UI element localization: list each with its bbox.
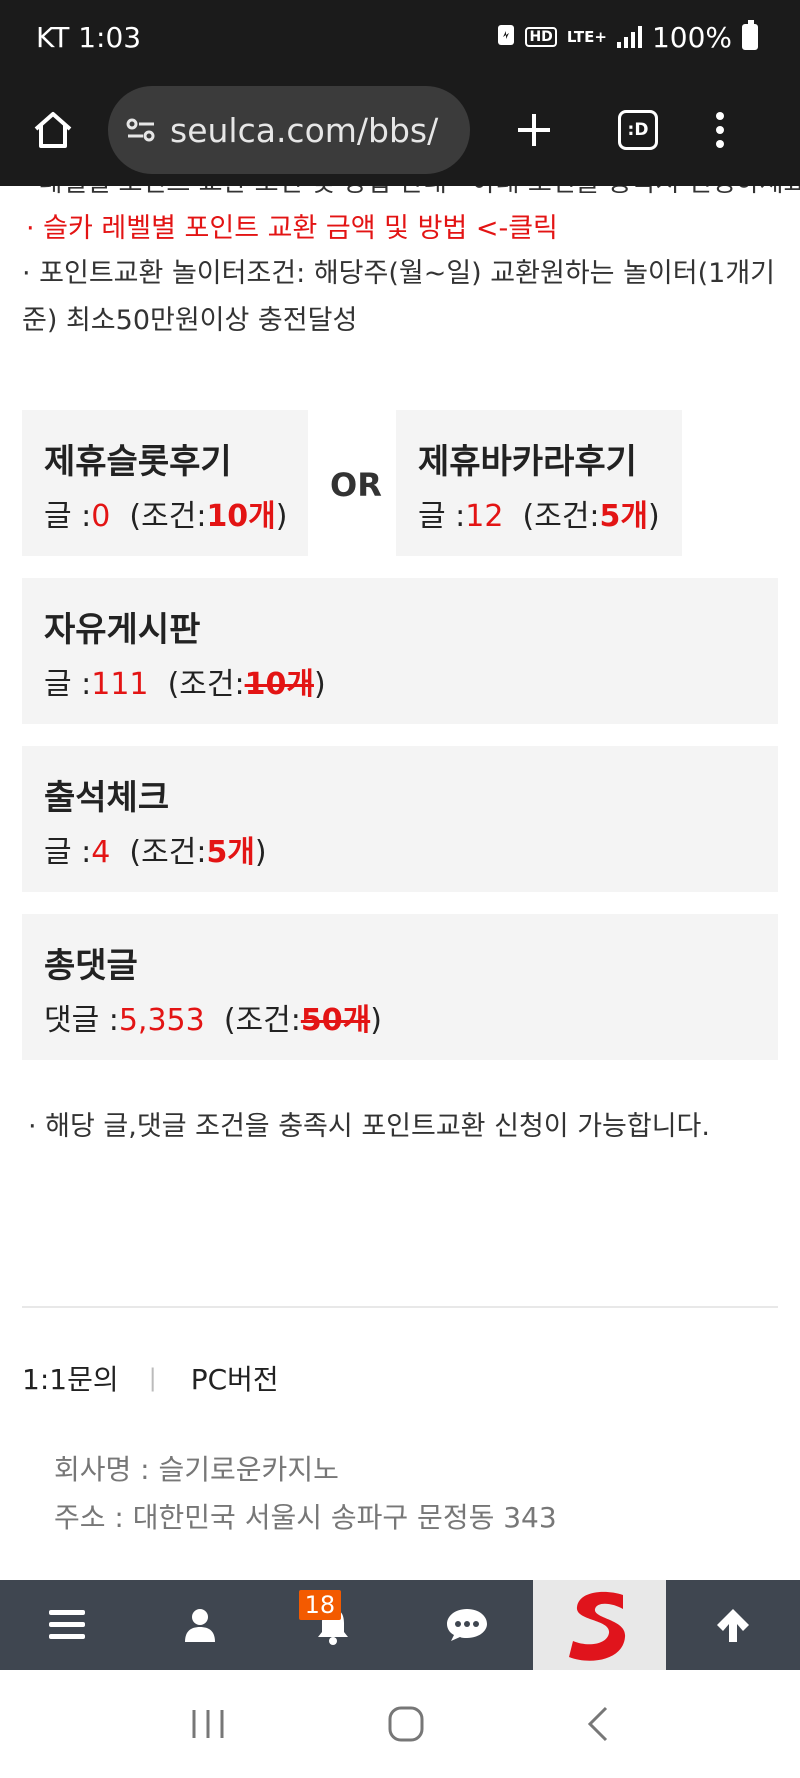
company-info: 회사명 : 슬기로운카지노 주소 : 대한민국 서울시 송파구 문정동 343 [54,1446,557,1542]
nav-notification-button[interactable]: 18 [267,1580,400,1670]
card-count-line: 글 :12 (조건:5개) [418,499,660,534]
chat-icon [446,1609,487,1641]
status-bar: KT 1:03 HD LTE+ 100% [0,0,800,74]
back-icon[interactable] [586,1705,610,1743]
battery-label: 100% [651,20,732,54]
footer-links: 1:1문의 | PC버전 [22,1358,279,1398]
post-count: 12 [465,499,504,534]
baccarat-review-card: 제휴바카라후기 글 :12 (조건:5개) [396,410,682,556]
link-separator: | [148,1364,157,1392]
comment-count: 5,353 [118,1003,205,1038]
url-text: seulca.com/bbs/ [170,110,439,150]
post-count: 111 [91,667,149,702]
card-title: 자유게시판 [44,610,201,650]
browser-toolbar: seulca.com/bbs/ :D [0,74,800,186]
footer-note: · 해당 글,댓글 조건을 충족시 포인트교환 신청이 가능합니다. [28,1111,710,1142]
page-content: · 레벨별 포인트 교환 조건 및 방법 안내 · 아래 조건을 충족시 신청하… [0,186,800,1580]
lte-icon: LTE+ [566,28,607,46]
home-button[interactable] [22,99,84,161]
condition-value: 10개 [244,667,314,702]
cut-off-notice: · 레벨별 포인트 교환 조건 및 방법 안내 · 아래 조건을 충족시 신청하… [22,186,800,199]
notification-badge: 18 [298,1590,342,1620]
nav-chat-button[interactable] [400,1580,533,1670]
address-bar[interactable]: seulca.com/bbs/ [108,86,470,174]
nav-menu-button[interactable] [0,1580,133,1670]
status-icons: HD LTE+ 100% [497,20,758,54]
home-circle-icon[interactable] [387,1705,425,1743]
card-count-line: 글 :4 (조건:5개) [44,835,267,870]
slot-review-card: 제휴슬롯후기 글 :0 (조건:10개) [22,410,308,556]
condition-value: 5개 [599,499,649,534]
inquiry-link[interactable]: 1:1문의 [22,1358,119,1398]
post-count: 4 [91,835,111,870]
post-count: 0 [91,499,111,534]
arrow-up-icon [717,1609,750,1642]
company-name: 회사명 : 슬기로운카지노 [54,1453,339,1486]
playground-condition: · 포인트교환 놀이터조건: 해당주(월~일) 교환원하는 놀이터(1개기준) … [22,258,775,336]
site-logo-icon [568,1591,625,1661]
attendance-card: 출석체크 글 :4 (조건:5개) [22,746,778,892]
nav-home-logo-button[interactable] [533,1580,667,1670]
pc-version-link[interactable]: PC버전 [191,1358,279,1398]
card-count-line: 글 :0 (조건:10개) [44,499,288,534]
system-nav [0,1670,800,1778]
condition-value: 10개 [206,499,276,534]
tune-icon[interactable] [126,117,156,143]
card-count-line: 댓글 :5,353 (조건:50개) [44,1003,382,1038]
signal-icon [616,26,642,48]
or-label: OR [330,466,382,504]
data-saver-icon [497,21,515,54]
tabs-icon[interactable]: :D [618,110,658,150]
point-exchange-link[interactable]: · 슬카 레벨별 포인트 교환 금액 및 방법 <-클릭 [26,206,558,245]
bottom-nav: 18 [0,1580,800,1670]
condition-value: 5개 [206,835,255,870]
home-icon [34,112,72,148]
free-board-card: 자유게시판 글 :111 (조건:10개) [22,578,778,724]
card-title: 제휴슬롯후기 [44,442,232,482]
card-title: 출석체크 [44,778,170,818]
condition-value: 50개 [300,1003,371,1038]
card-title: 총댓글 [44,946,138,986]
battery-icon [742,20,758,50]
footer-divider [22,1306,778,1308]
nav-scroll-top-button[interactable] [666,1580,799,1670]
carrier-time: KT 1:03 [36,20,142,54]
new-tab-button[interactable] [508,104,560,156]
card-title: 제휴바카라후기 [418,442,637,482]
total-comments-card: 총댓글 댓글 :5,353 (조건:50개) [22,914,778,1060]
more-vert-icon[interactable] [716,112,724,148]
plus-icon [518,114,550,146]
nav-user-button[interactable] [133,1580,266,1670]
menu-icon [48,1610,85,1639]
company-address: 주소 : 대한민국 서울시 송파구 문정동 343 [54,1501,557,1534]
user-icon [184,1609,215,1642]
hd-icon: HD [525,27,557,47]
card-count-line: 글 :111 (조건:10개) [44,667,326,702]
recent-apps-icon[interactable] [190,1708,226,1740]
